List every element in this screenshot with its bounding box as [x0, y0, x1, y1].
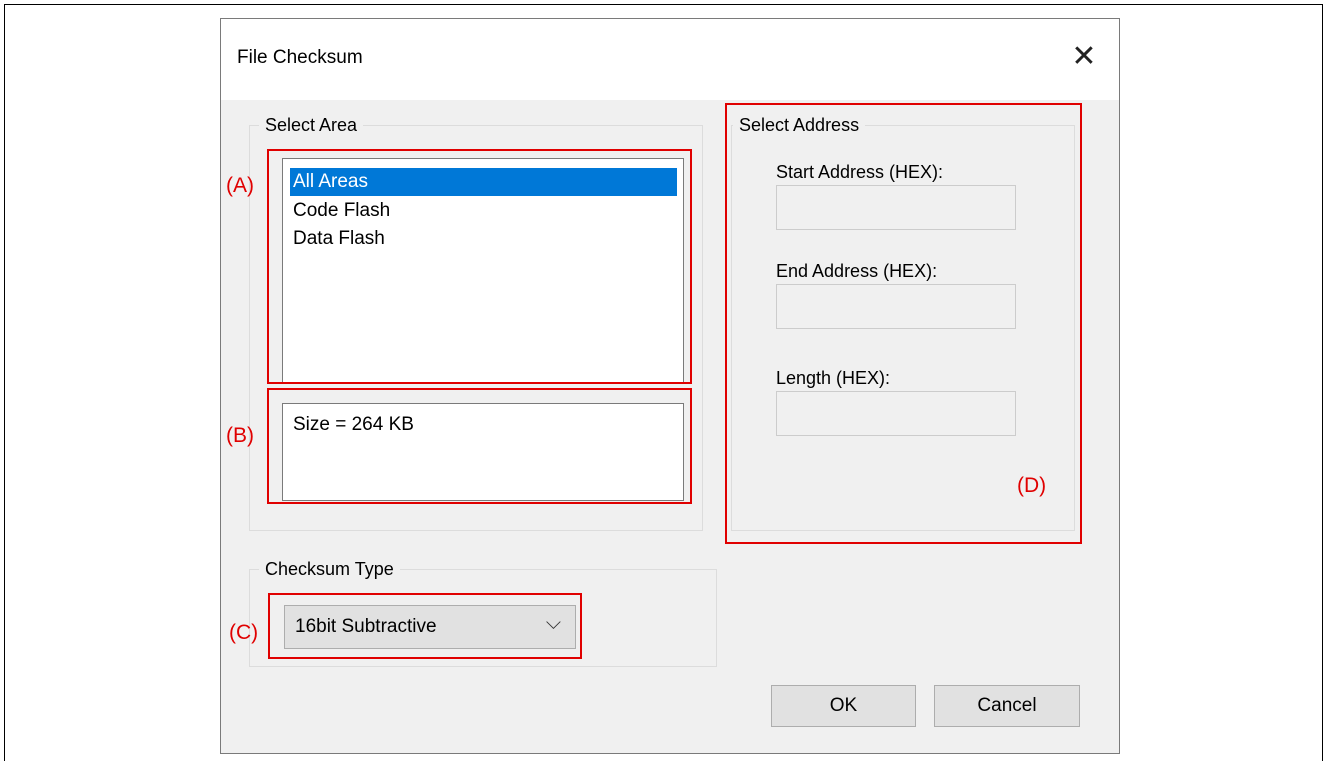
- area-listbox[interactable]: All Areas Code Flash Data Flash: [282, 158, 684, 384]
- annotation-b: (B): [226, 424, 254, 447]
- title-bar: File Checksum ✕: [221, 19, 1119, 100]
- dialog-title: File Checksum: [237, 47, 363, 68]
- chevron-down-icon: ⌵: [545, 612, 561, 634]
- list-item-code-flash[interactable]: Code Flash: [290, 197, 677, 225]
- list-item-all-areas[interactable]: All Areas: [290, 168, 677, 196]
- end-address-label: End Address (HEX):: [776, 261, 938, 281]
- select-area-label: Select Area: [259, 113, 364, 137]
- select-address-group: Select Address Start Address (HEX): End …: [731, 113, 1075, 531]
- checksum-type-group: Checksum Type 16bit Subtractive ⌵: [249, 557, 717, 667]
- annotation-c: (C): [229, 621, 259, 644]
- ok-button[interactable]: OK: [771, 685, 916, 727]
- length-label: Length (HEX):: [776, 368, 891, 388]
- file-checksum-dialog: File Checksum ✕ Select Area All Areas Co…: [220, 18, 1120, 754]
- list-item-data-flash[interactable]: Data Flash: [290, 225, 677, 253]
- start-address-label: Start Address (HEX):: [776, 162, 944, 182]
- select-area-group: Select Area All Areas Code Flash Data Fl…: [249, 113, 703, 531]
- size-info-box: Size = 264 KB: [282, 403, 684, 501]
- checksum-type-select[interactable]: 16bit Subtractive ⌵: [284, 605, 576, 649]
- select-address-label: Select Address: [733, 113, 866, 137]
- close-icon[interactable]: ✕: [1049, 19, 1119, 94]
- annotation-a: (A): [226, 174, 254, 197]
- cancel-button[interactable]: Cancel: [934, 685, 1080, 727]
- start-address-input[interactable]: [776, 185, 1016, 230]
- checksum-type-value: 16bit Subtractive: [295, 616, 437, 637]
- length-input[interactable]: [776, 391, 1016, 436]
- annotation-d: (D): [1017, 474, 1047, 497]
- end-address-input[interactable]: [776, 284, 1016, 329]
- checksum-type-label: Checksum Type: [259, 557, 400, 581]
- size-text: Size = 264 KB: [293, 414, 414, 435]
